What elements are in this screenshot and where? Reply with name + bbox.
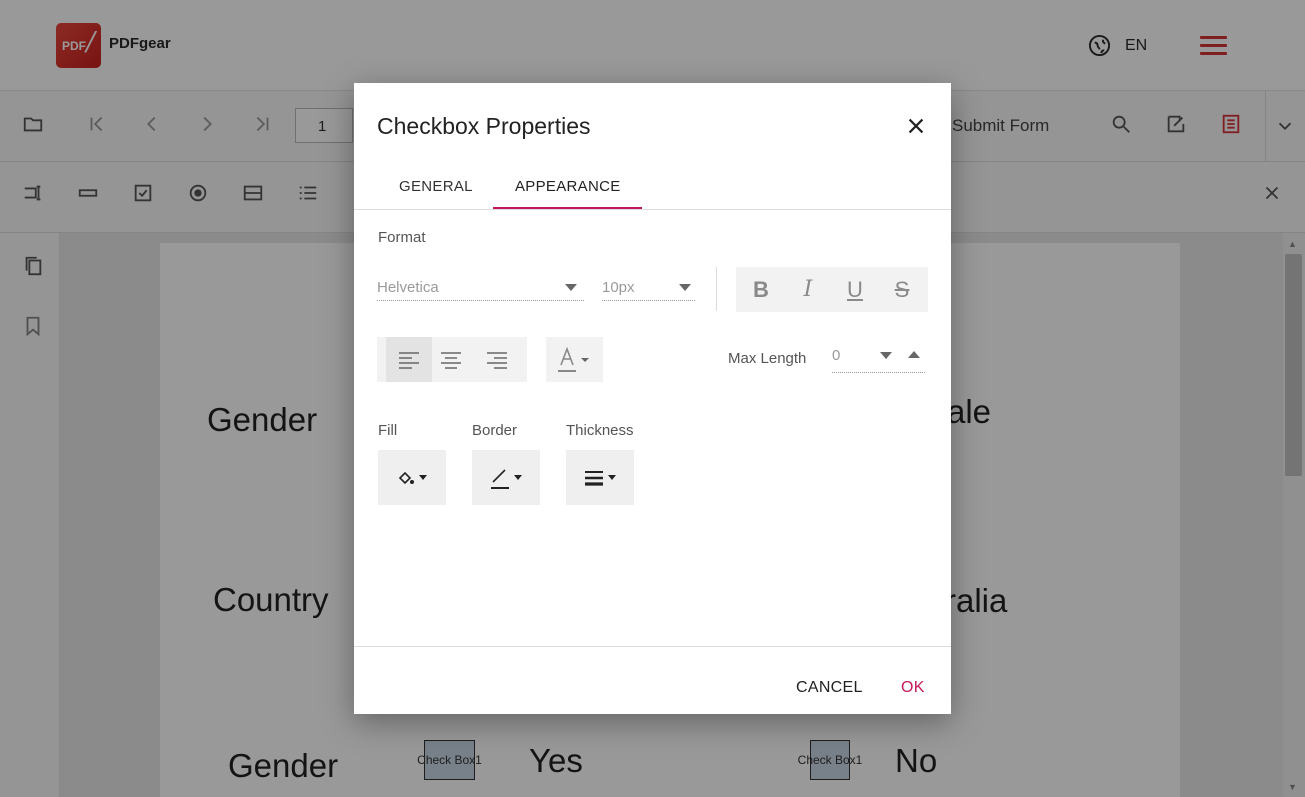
cancel-button[interactable]: CANCEL [796, 679, 863, 697]
bold-button[interactable]: B [738, 267, 784, 312]
dialog-footer-divider [354, 646, 951, 647]
font-color-icon [558, 347, 589, 372]
active-tab-indicator [493, 207, 642, 209]
max-length-value: 0 [832, 347, 841, 364]
font-color-button[interactable] [546, 337, 603, 382]
thickness-label: Thickness [566, 422, 634, 439]
caret-down-icon [419, 475, 427, 480]
underline-button[interactable]: U [832, 267, 878, 312]
align-center-button[interactable] [428, 337, 474, 382]
dialog-tabs: GENERAL APPEARANCE [354, 163, 951, 210]
border-color-button[interactable] [472, 450, 540, 505]
chevron-down-icon [679, 284, 691, 291]
thickness-button[interactable] [566, 450, 634, 505]
increment-icon[interactable] [908, 351, 920, 358]
fill-color-icon [398, 471, 414, 484]
bold-icon: B [753, 276, 769, 302]
border-color-icon [491, 468, 509, 489]
border-label: Border [472, 422, 518, 439]
chevron-down-icon [565, 284, 577, 291]
tab-appearance[interactable]: APPEARANCE [515, 178, 621, 195]
fill-label: Fill [378, 422, 398, 439]
font-family-dropdown[interactable]: Helvetica [377, 271, 584, 301]
align-left-icon [399, 351, 419, 369]
font-size-value: 10px [602, 279, 635, 296]
text-style-group: B I U S [736, 267, 928, 312]
strikethrough-button[interactable]: S [879, 267, 925, 312]
caret-down-icon [514, 475, 522, 480]
italic-icon: I [803, 277, 813, 302]
ok-button[interactable]: OK [901, 679, 925, 697]
underline-icon: U [847, 276, 863, 302]
format-divider [716, 267, 717, 311]
close-icon[interactable] [905, 115, 927, 137]
align-right-button[interactable] [474, 337, 520, 382]
format-label: Format [378, 229, 426, 246]
decrement-icon[interactable] [880, 352, 892, 359]
align-center-icon [441, 351, 461, 369]
alignment-group [377, 337, 527, 382]
max-length-stepper[interactable]: 0 [832, 343, 925, 373]
italic-button[interactable]: I [785, 267, 831, 312]
checkbox-properties-dialog: Checkbox Properties GENERAL APPEARANCE F… [354, 83, 951, 714]
dialog-title: Checkbox Properties [377, 113, 591, 139]
max-length-label: Max Length [728, 350, 807, 367]
strikethrough-icon: S [894, 276, 910, 302]
font-family-value: Helvetica [377, 279, 439, 296]
tab-general[interactable]: GENERAL [399, 178, 473, 195]
thickness-icon [585, 470, 603, 486]
font-size-dropdown[interactable]: 10px [602, 271, 695, 301]
align-right-icon [487, 351, 507, 369]
align-left-button[interactable] [386, 337, 432, 382]
fill-color-button[interactable] [378, 450, 446, 505]
caret-down-icon [608, 475, 616, 480]
